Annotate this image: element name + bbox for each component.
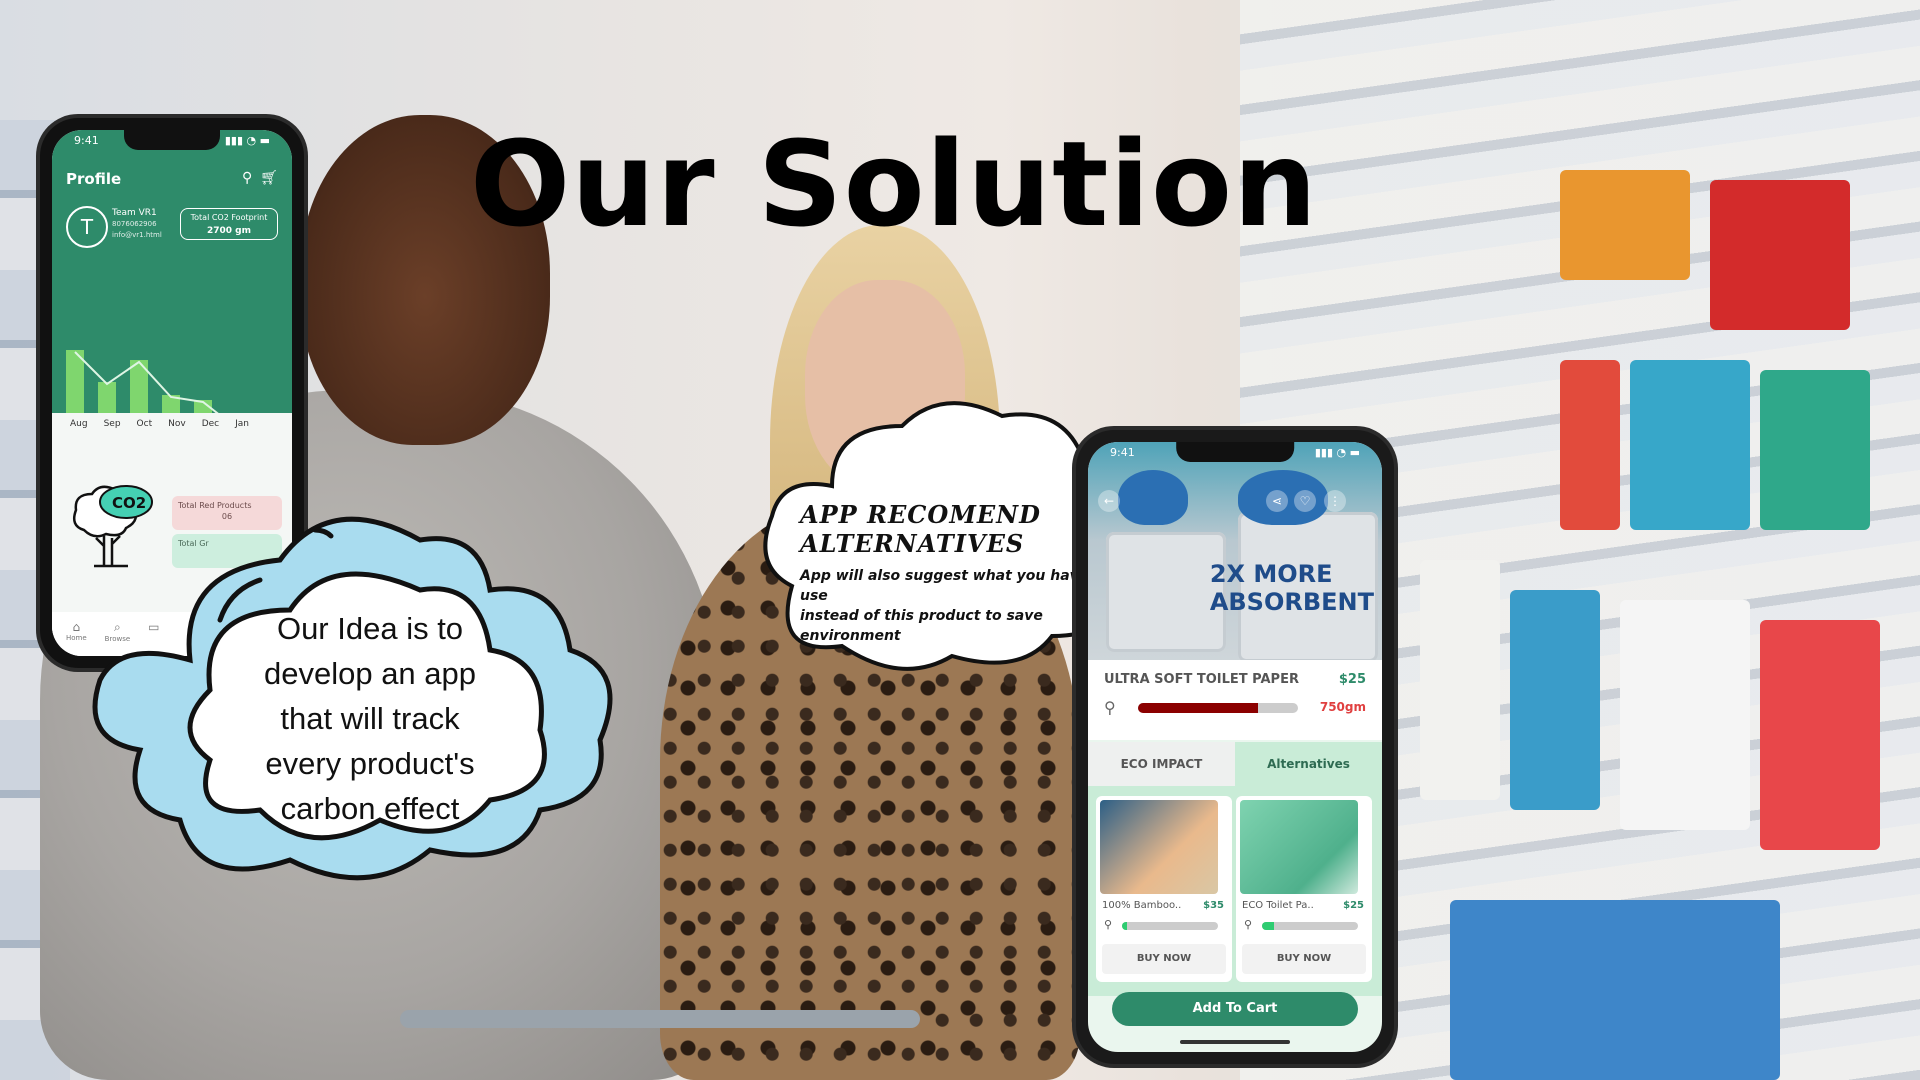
shelf-product (1760, 370, 1870, 530)
product-tabs: ECO IMPACT Alternatives (1088, 742, 1382, 786)
carbon-meter (1138, 703, 1298, 713)
shelf-product (1450, 900, 1780, 1080)
alternative-name: 100% Bamboo.. (1102, 900, 1182, 911)
mascot-image (1118, 470, 1188, 525)
month-label: Oct (136, 419, 153, 429)
product-hero-image: 2X MORE ABSORBENT ← ⋖ ♡ ⋮ (1088, 442, 1382, 662)
shelf-product (1420, 560, 1500, 800)
user-phone: 8076062906 (112, 220, 157, 228)
month-label: Sep (103, 419, 121, 429)
alternatives-panel: 100% Bamboo.. $35 ⚲ BUY NOW ECO Toilet P… (1088, 786, 1382, 996)
toilet-roll-image (1106, 532, 1226, 652)
shelf-product (1560, 170, 1690, 280)
shelf-product (1620, 600, 1750, 830)
recommend-title-line: APP RECOMEND (800, 500, 1041, 529)
user-name: Team VR1 (112, 208, 157, 218)
idea-cloud-text: Our Idea is to develop an app that will … (210, 606, 530, 831)
month-label: Aug (70, 419, 88, 429)
footprint-value: 2700 gm (206, 226, 251, 236)
profile-title: Profile (66, 170, 122, 188)
avatar[interactable]: T (66, 206, 108, 248)
buy-now-button[interactable]: BUY NOW (1242, 944, 1366, 974)
idea-line: Our Idea is to (276, 611, 464, 646)
recommend-title-line: ALTERNATIVES (800, 529, 1025, 558)
tab-eco-impact[interactable]: ECO IMPACT (1088, 742, 1235, 786)
carbon-meter-icon: ⚲ (1244, 918, 1253, 931)
alternative-name: ECO Toilet Pa.. (1242, 900, 1314, 911)
shelf-product (1510, 590, 1600, 810)
status-time: 9:41 (1110, 446, 1135, 459)
signal-battery-icon: ▮▮▮ ◔ ▬ (1314, 446, 1360, 459)
month-label: Dec (201, 419, 220, 429)
shelf-product (1760, 620, 1880, 850)
alternative-price: $35 (1203, 900, 1224, 911)
alternative-product-image (1240, 800, 1358, 894)
add-to-cart-button[interactable]: Add To Cart (1112, 992, 1358, 1026)
more-icon[interactable]: ⋮ (1324, 490, 1346, 512)
hero-slogan: 2X MORE ABSORBENT (1210, 560, 1374, 616)
month-label: Jan (235, 419, 249, 429)
status-bar: 9:41 ▮▮▮ ◔ ▬ (74, 134, 270, 147)
product-phone-mockup: 2X MORE ABSORBENT ← ⋖ ♡ ⋮ 9:41 ▮▮▮ ◔ ▬ U… (1076, 430, 1394, 1064)
home-indicator (1180, 1040, 1290, 1044)
alternative-carbon-meter (1122, 922, 1218, 930)
shelf-product (1710, 180, 1850, 330)
alternative-carbon-meter-fill (1262, 922, 1274, 930)
recommend-cloud-title: APP RECOMEND ALTERNATIVES (800, 500, 1100, 558)
buy-now-button[interactable]: BUY NOW (1102, 944, 1226, 974)
month-label: Nov (168, 419, 186, 429)
alternative-card[interactable]: ECO Toilet Pa.. $25 ⚲ BUY NOW (1236, 796, 1372, 982)
profile-header-icons: ⚲ 🛒︎ (242, 170, 278, 186)
footprint-label: Total CO2 Footprint (190, 213, 268, 222)
idea-line: every product's (265, 746, 475, 781)
chart-month-labels: Aug Sep Oct Nov Dec Jan (52, 413, 292, 429)
alternative-card[interactable]: 100% Bamboo.. $35 ⚲ BUY NOW (1096, 796, 1232, 982)
product-screen: 2X MORE ABSORBENT ← ⋖ ♡ ⋮ 9:41 ▮▮▮ ◔ ▬ U… (1088, 442, 1382, 1052)
shelf-product (1560, 360, 1620, 530)
product-price: $25 (1338, 672, 1366, 687)
share-icon[interactable]: ⋖ (1266, 490, 1288, 512)
carbon-meter-icon: ⚲ (1104, 698, 1116, 717)
signal-battery-icon: ▮▮▮ ◔ ▬ (224, 134, 270, 147)
status-time: 9:41 (74, 134, 99, 147)
alternative-carbon-meter (1262, 922, 1358, 930)
shopping-cart-handle (400, 1010, 920, 1028)
back-arrow-icon[interactable]: ← (1098, 490, 1120, 512)
idea-line: that will track (280, 701, 460, 736)
carbon-meter-icon: ⚲ (1104, 918, 1113, 931)
slide-title: Our Solution (470, 115, 1319, 253)
meter-icon[interactable]: ⚲ (242, 170, 252, 186)
hero-slogan-line: ABSORBENT (1209, 588, 1374, 616)
cart-icon[interactable]: 🛒︎ (260, 170, 278, 186)
footprint-badge: Total CO2 Footprint 2700 gm (180, 208, 278, 240)
carbon-value: 750gm (1319, 700, 1366, 714)
alternative-product-image (1100, 800, 1218, 894)
product-name: ULTRA SOFT TOILET PAPER (1104, 672, 1299, 687)
shelf-product (1630, 360, 1750, 530)
alternative-carbon-meter-fill (1122, 922, 1127, 930)
status-bar: 9:41 ▮▮▮ ◔ ▬ (1110, 446, 1360, 459)
user-email: info@vr1.html (112, 231, 162, 239)
idea-line: develop an app (263, 656, 477, 691)
tab-alternatives[interactable]: Alternatives (1235, 742, 1382, 786)
carbon-meter-fill (1138, 703, 1258, 713)
alternative-price: $25 (1343, 900, 1364, 911)
heart-icon[interactable]: ♡ (1294, 490, 1316, 512)
idea-line: carbon effect (280, 791, 460, 826)
user-info: Team VR1 8076062906 info@vr1.html (112, 208, 162, 241)
product-info-card: ULTRA SOFT TOILET PAPER $25 ⚲ 750gm (1088, 660, 1382, 740)
hero-slogan-line: 2X MORE (1209, 560, 1333, 588)
